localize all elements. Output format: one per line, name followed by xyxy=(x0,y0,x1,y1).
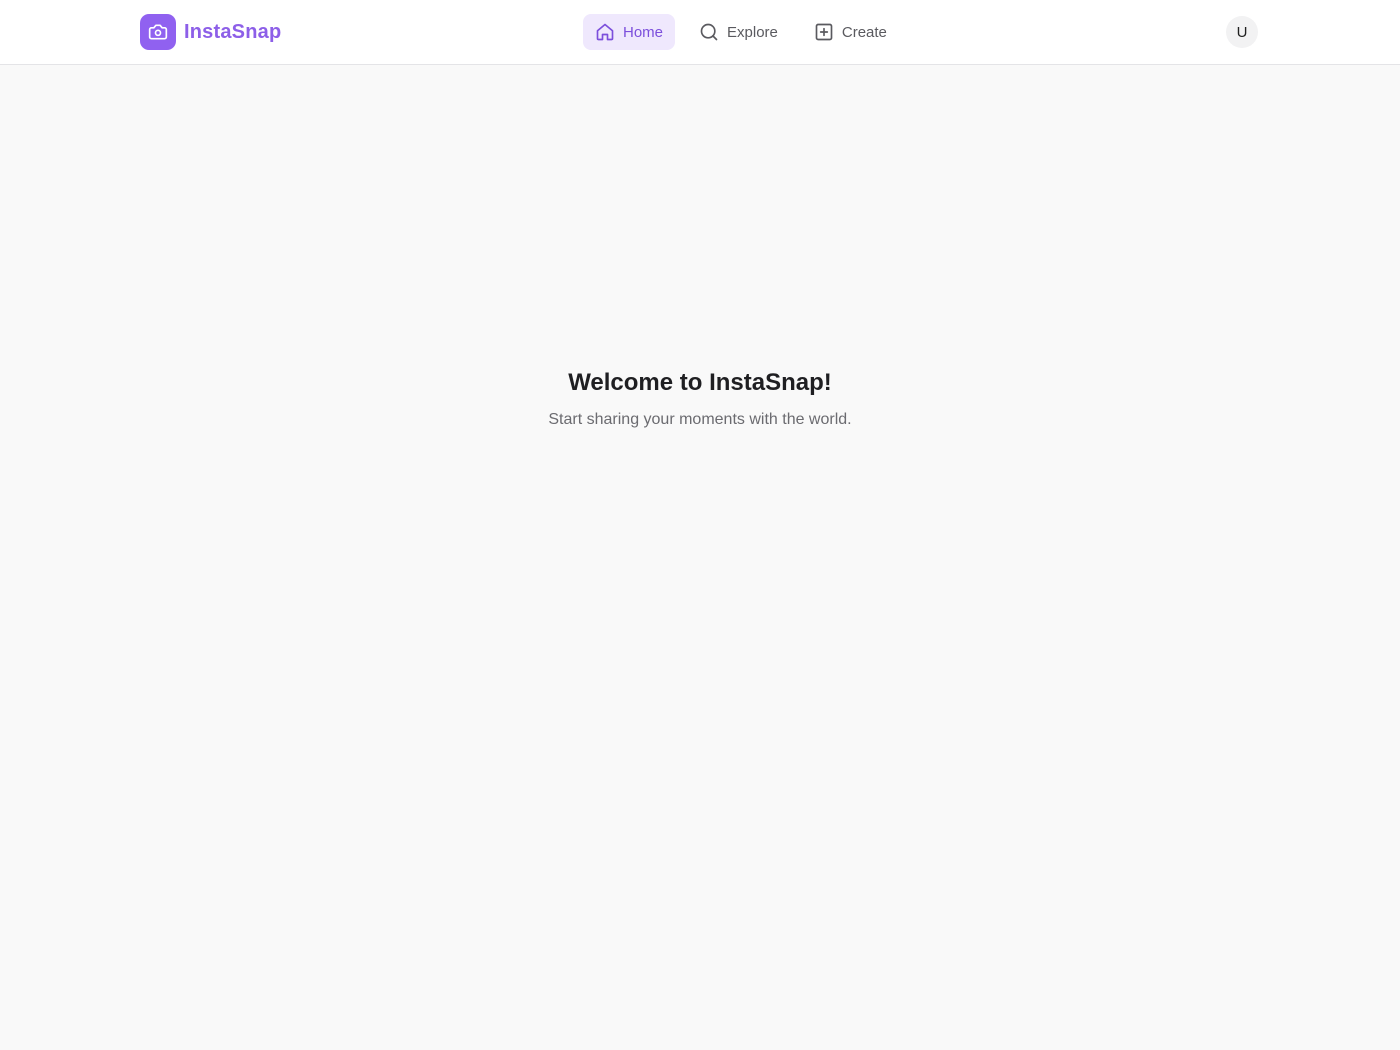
nav-item-label: Explore xyxy=(727,23,778,41)
user-avatar-button[interactable]: U xyxy=(1226,16,1258,48)
nav-item-create[interactable]: Create xyxy=(802,14,899,50)
top-navigation-bar: InstaSnap Home Explore Create U xyxy=(0,0,1400,65)
main-nav: Home Explore Create xyxy=(583,14,899,50)
welcome-subtitle: Start sharing your moments with the worl… xyxy=(548,411,852,428)
nav-item-label: Create xyxy=(841,23,887,41)
search-icon xyxy=(699,22,719,42)
home-icon xyxy=(595,22,615,42)
nav-item-home[interactable]: Home xyxy=(583,14,676,50)
nav-item-label: Home xyxy=(623,23,664,41)
plus-square-icon xyxy=(814,22,834,42)
welcome-title: Welcome to InstaSnap! xyxy=(568,369,832,396)
app-name: InstaSnap xyxy=(184,20,282,43)
brand-link[interactable]: InstaSnap xyxy=(140,14,281,50)
camera-icon xyxy=(140,14,176,50)
nav-item-explore[interactable]: Explore xyxy=(687,14,790,50)
avatar-initial: U xyxy=(1236,23,1248,41)
welcome-section: Welcome to InstaSnap! Start sharing your… xyxy=(0,366,1400,430)
